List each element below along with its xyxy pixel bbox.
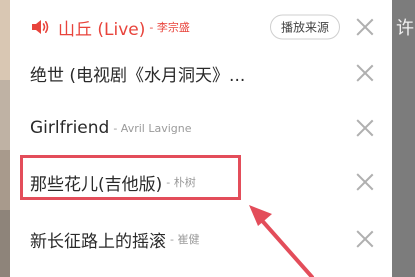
background-left-edge [0, 0, 10, 277]
song-artist: - 崔健 [170, 233, 200, 246]
song-title: Girlfriend [30, 118, 110, 138]
playlist-item[interactable]: Girlfriend - Avril Lavigne [10, 101, 392, 155]
close-icon[interactable] [356, 18, 374, 36]
background-right-edge: 许 [392, 0, 415, 277]
now-playing-artist: - 李宗盛 [149, 21, 190, 34]
speaker-icon [30, 18, 50, 36]
background-text: 许 [396, 18, 414, 39]
now-playing-title: 山丘 (Live) [58, 19, 146, 40]
close-icon[interactable] [356, 119, 374, 137]
song-title: 绝世 (电视剧《水月洞天》... [30, 65, 246, 86]
playlist-item[interactable]: 绝世 (电视剧《水月洞天》... [10, 46, 392, 100]
song-artist: - Avril Lavigne [113, 121, 192, 135]
close-icon[interactable] [356, 64, 374, 82]
playlist-item[interactable]: 新长征路上的摇滚 - 崔健 [10, 212, 392, 266]
song-title: 新长征路上的摇滚 [30, 231, 166, 252]
play-source-button[interactable]: 播放来源 [269, 14, 340, 40]
highlight-box [20, 155, 241, 200]
close-icon[interactable] [356, 230, 374, 248]
close-icon[interactable] [356, 173, 374, 191]
